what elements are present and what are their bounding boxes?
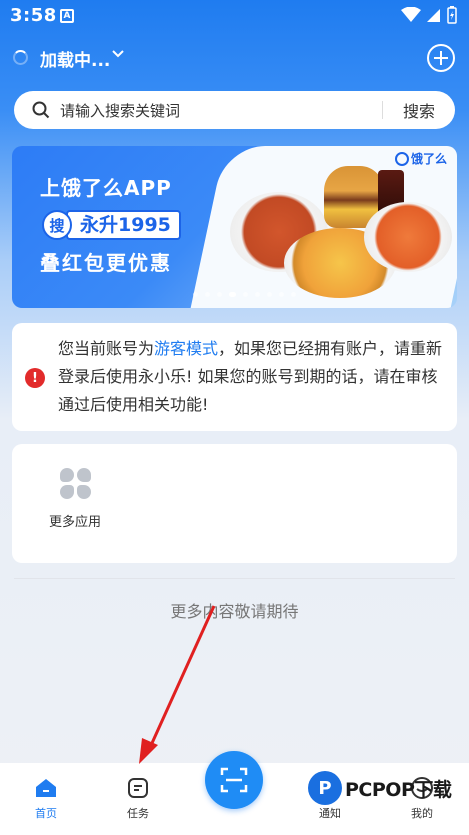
carousel-indicator — [12, 292, 457, 297]
apps-card: 更多应用 — [12, 444, 457, 563]
notice-text: 您当前账号为游客模式，如果您已经拥有账户，请重新登录后使用永小乐! 如果您的账号… — [58, 335, 448, 419]
nav-item-task[interactable]: 任务 — [108, 775, 168, 821]
promo-banner[interactable]: 饿了么 上饿了么APP 搜 永升1995 叠红包更优惠 — [12, 146, 457, 308]
apps-grid-icon — [59, 468, 91, 499]
search-divider — [381, 101, 383, 119]
carousel-dot[interactable] — [193, 292, 198, 297]
carousel-dot[interactable] — [217, 292, 222, 297]
divider — [14, 578, 455, 579]
header: 加载中... — [0, 38, 469, 82]
coming-soon-message: 更多内容敬请期待 — [170, 602, 299, 621]
carousel-dot[interactable] — [279, 292, 284, 297]
watermark-mark: P — [308, 771, 342, 805]
brand-logo: 饿了么 — [394, 150, 447, 167]
notification-icon: A — [60, 9, 74, 23]
banner-search-keyword: 搜 永升1995 — [42, 210, 181, 240]
nav-label-task: 任务 — [127, 807, 149, 820]
more-apps-label: 更多应用 — [48, 515, 101, 530]
carousel-dot[interactable] — [267, 292, 272, 297]
banner-search-tag: 搜 — [42, 210, 72, 240]
nav-item-home[interactable]: 首页 — [16, 775, 76, 821]
nav-label-profile: 我的 — [411, 807, 433, 820]
chevron-down-icon[interactable] — [111, 49, 125, 59]
scan-icon — [220, 767, 248, 793]
status-bar: 3:58 A — [0, 0, 469, 34]
brand-logo-mark — [394, 151, 409, 166]
scan-button[interactable] — [205, 751, 263, 809]
add-circle-icon — [434, 51, 448, 65]
wifi-icon — [401, 7, 421, 22]
nav-label-home: 首页 — [35, 807, 57, 820]
search-button[interactable]: 搜索 — [403, 98, 435, 122]
carousel-dot[interactable] — [229, 292, 236, 297]
carousel-dot[interactable] — [243, 292, 248, 297]
status-icons — [401, 6, 457, 24]
add-button[interactable] — [427, 44, 455, 72]
notice-text-before: 您当前账号为 — [58, 339, 155, 358]
battery-icon — [447, 6, 457, 24]
carousel-dot[interactable] — [291, 292, 296, 297]
more-apps-button[interactable]: 更多应用 — [40, 468, 110, 530]
brand-name: 饿了么 — [410, 152, 447, 166]
alert-icon: ! — [25, 368, 45, 388]
notice-card: ! 您当前账号为游客模式，如果您已经拥有账户，请重新登录后使用永小乐! 如果您的… — [12, 323, 457, 431]
home-icon — [36, 779, 56, 797]
nav-label-notice: 通知 — [319, 807, 341, 820]
guest-mode-link[interactable]: 游客模式 — [154, 339, 218, 358]
loading-spinner — [13, 50, 28, 65]
banner-headline: 上饿了么APP — [40, 176, 172, 200]
carousel-dot[interactable] — [205, 292, 210, 297]
banner-keyword: 永升1995 — [66, 210, 181, 240]
banner-subline: 叠红包更优惠 — [40, 251, 172, 275]
signal-icon — [427, 9, 440, 22]
task-icon — [128, 778, 148, 798]
carousel-dot[interactable] — [255, 292, 260, 297]
watermark-logo: P PCPOP下载 — [308, 771, 452, 805]
search-bar[interactable]: 请输入搜索关键词 搜索 — [14, 91, 455, 129]
search-icon — [32, 101, 50, 119]
watermark-text: PCPOP下载 — [345, 778, 452, 801]
search-input[interactable]: 请输入搜索关键词 — [60, 100, 382, 121]
status-time: 3:58 — [10, 5, 57, 26]
food-image-shrimp — [364, 202, 452, 272]
location-label[interactable]: 加载中... — [40, 46, 110, 71]
